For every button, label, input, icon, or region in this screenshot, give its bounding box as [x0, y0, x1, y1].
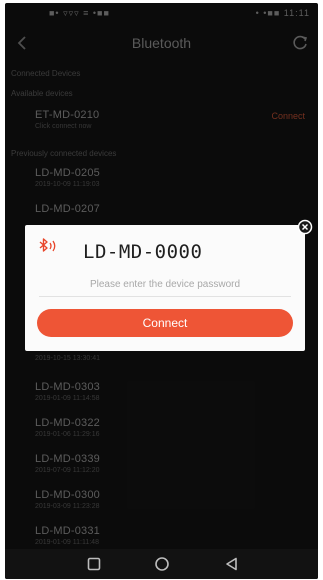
- password-dialog: LD-MD-0000 Connect: [25, 225, 305, 351]
- square-icon[interactable]: [85, 555, 103, 573]
- connect-button[interactable]: Connect: [37, 309, 293, 337]
- close-circle-icon[interactable]: [297, 219, 313, 235]
- system-nav-bar: [5, 549, 318, 579]
- triangle-back-icon[interactable]: [223, 555, 241, 573]
- phone-screen: ■• ▿▿▿ ≡ •■■ • •■■ 11:11 Bluetooth Conne…: [5, 3, 318, 579]
- password-input[interactable]: [39, 273, 291, 297]
- dialog-title: LD-MD-0000: [83, 241, 203, 263]
- circle-icon[interactable]: [153, 555, 171, 573]
- bluetooth-icon: [37, 237, 59, 255]
